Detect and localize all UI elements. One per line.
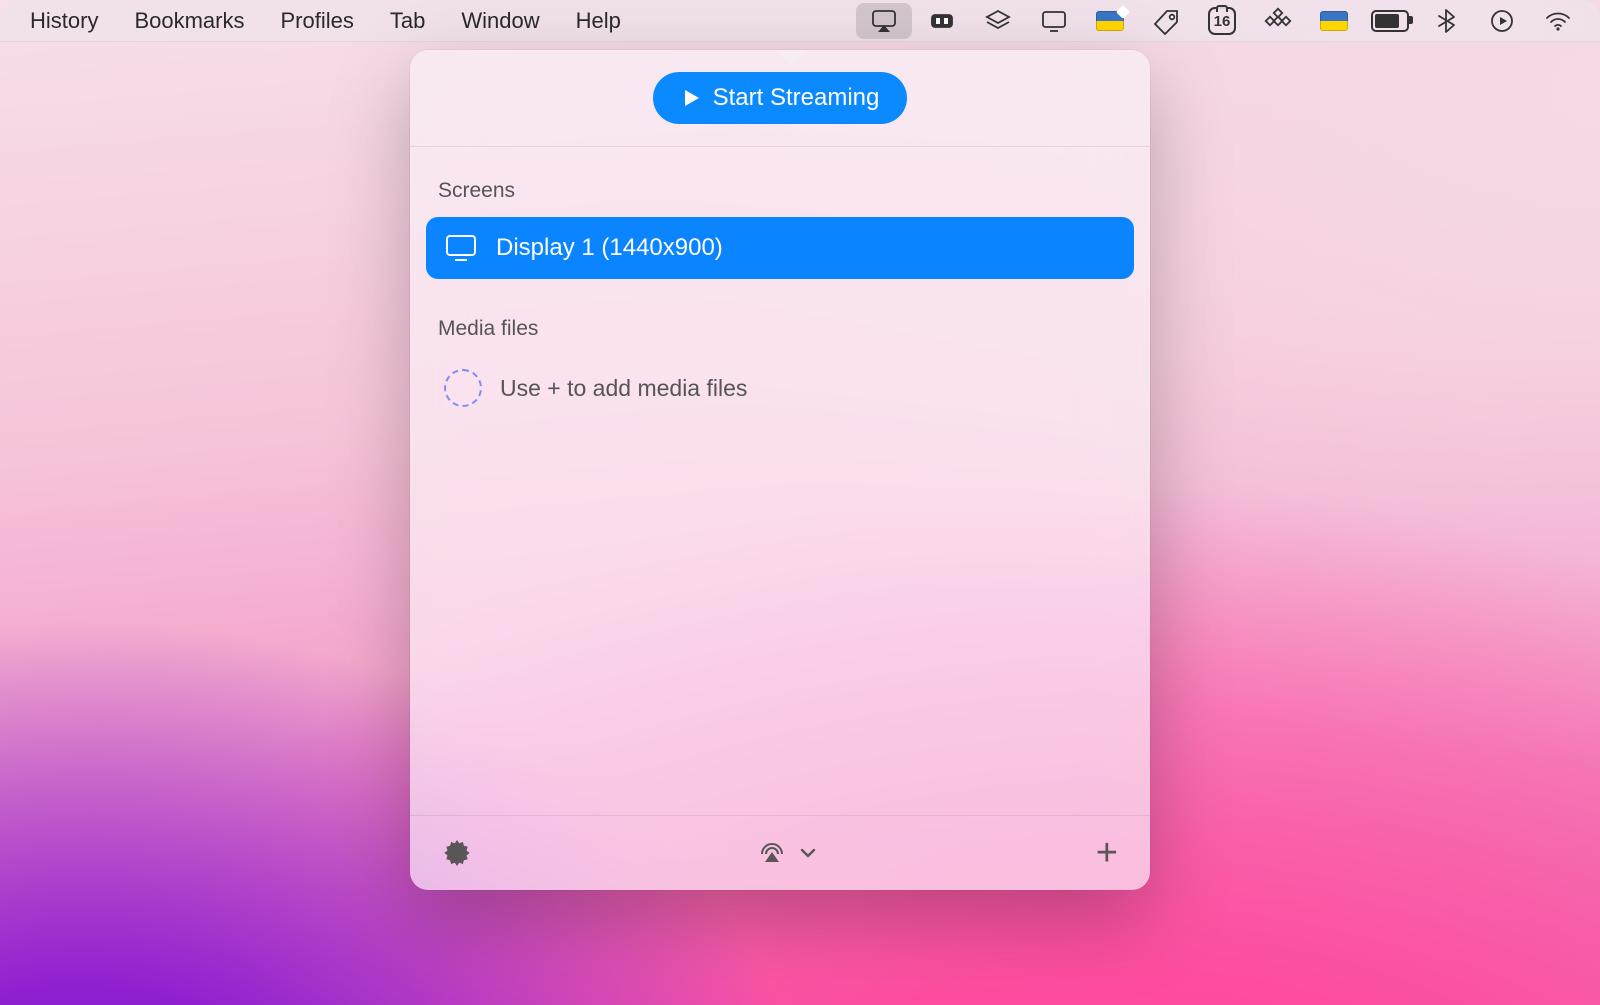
add-media-button[interactable]: + [1090,833,1124,873]
menu-profiles[interactable]: Profiles [263,8,372,34]
start-streaming-label: Start Streaming [713,84,880,112]
menu-history[interactable]: History [24,8,116,34]
menu-bookmarks[interactable]: Bookmarks [116,8,262,34]
streaming-popover: Start Streaming Screens Display 1 (1440x… [410,50,1150,890]
popover-header: Start Streaming [410,50,1150,147]
screens-section-title: Screens [426,173,1134,217]
play-icon [681,88,701,108]
flag-icon[interactable] [1082,0,1138,42]
popover-body: Screens Display 1 (1440x900) Media files… [410,147,1150,815]
chevron-down-icon[interactable] [799,844,817,862]
screen-item-label: Display 1 (1440x900) [496,234,723,262]
start-streaming-button[interactable]: Start Streaming [653,72,908,124]
apps-grid-icon[interactable] [1250,0,1306,42]
calendar-icon[interactable]: 16 [1194,0,1250,42]
bluetooth-icon[interactable] [1418,0,1474,42]
language-flag-icon[interactable] [1306,0,1362,42]
gear-icon [442,838,472,868]
menu-tab[interactable]: Tab [372,8,443,34]
tag-icon[interactable] [1138,0,1194,42]
cast-target-button[interactable] [751,837,793,869]
menubar: History Bookmarks Profiles Tab Window He… [0,0,1600,42]
menu-help[interactable]: Help [558,8,639,34]
menubar-status-area: 16 [854,0,1586,42]
wifi-icon[interactable] [1530,0,1586,42]
battery-icon[interactable] [1362,0,1418,42]
airplay-target-icon [757,838,787,868]
play-circle-icon[interactable] [1474,0,1530,42]
calendar-day: 16 [1208,7,1236,35]
menu-window[interactable]: Window [443,8,557,34]
airplay-menu-icon[interactable] [856,3,912,39]
monitor-icon [444,231,478,265]
media-placeholder-text: Use + to add media files [500,375,747,402]
screen-item-display1[interactable]: Display 1 (1440x900) [426,217,1134,279]
settings-button[interactable] [436,837,478,869]
toolbar-app-icon[interactable] [914,0,970,42]
display-icon[interactable] [1026,0,1082,42]
media-section-title: Media files [426,311,1134,355]
popover-footer: + [410,815,1150,890]
media-empty-row: Use + to add media files [426,355,1134,421]
layers-icon[interactable] [970,0,1026,42]
placeholder-circle-icon [444,369,482,407]
